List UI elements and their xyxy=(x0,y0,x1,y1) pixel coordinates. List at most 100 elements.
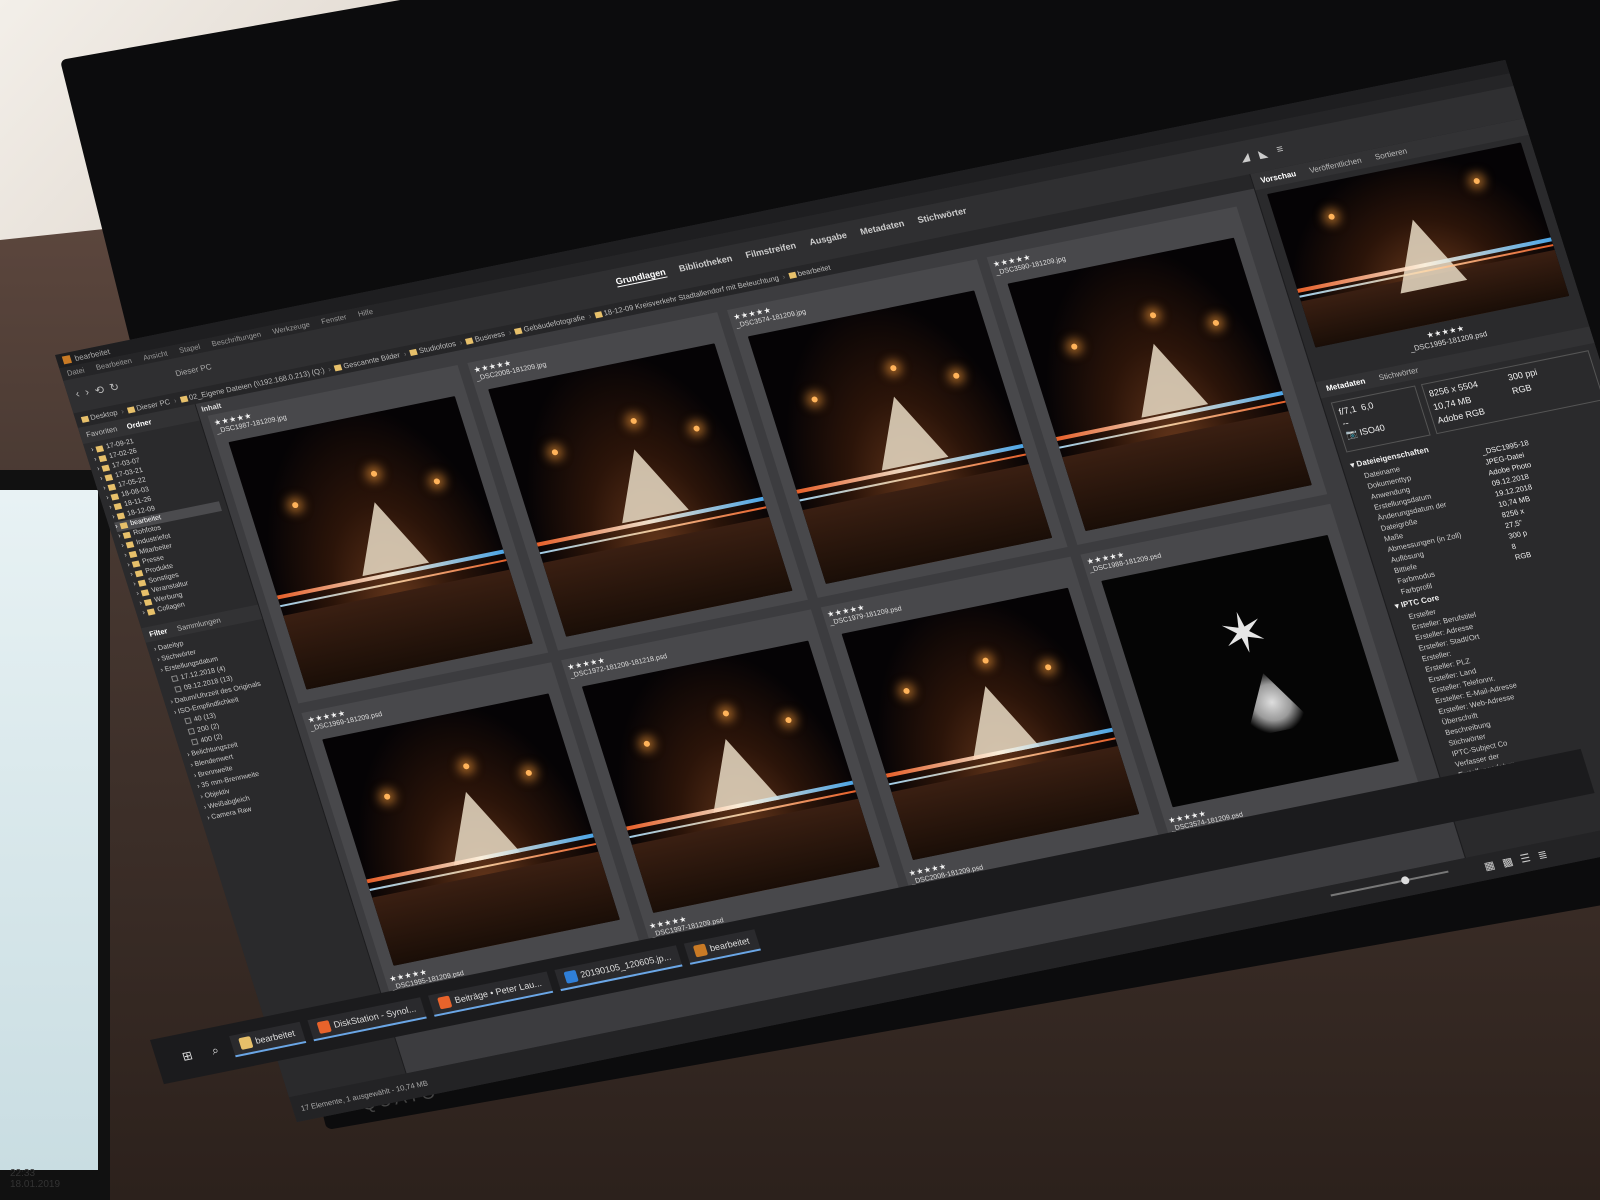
app-icon xyxy=(61,355,73,365)
street-lamp xyxy=(902,687,910,695)
sort-label[interactable]: Sortieren xyxy=(1374,147,1409,162)
app-icon xyxy=(237,1036,254,1050)
refresh-icon[interactable]: ↻ xyxy=(108,380,121,394)
workspace-tab-5[interactable]: Stichwörter xyxy=(916,206,968,226)
street-lamp xyxy=(981,657,990,664)
taskbar-app[interactable]: bearbeitet xyxy=(683,929,761,965)
details-view-icon[interactable]: ☰ xyxy=(1519,851,1532,865)
list-view-icon[interactable]: ≣ xyxy=(1536,848,1549,862)
checkbox[interactable] xyxy=(174,685,182,693)
thumbnail-image xyxy=(322,693,620,966)
chevron-right-icon[interactable]: › xyxy=(126,560,131,570)
thumbnail-image xyxy=(1007,237,1312,532)
folder-icon xyxy=(179,395,189,403)
app-icon xyxy=(563,969,579,984)
chevron-right-icon[interactable]: › xyxy=(102,484,107,494)
folder-icon xyxy=(113,502,123,511)
chevron-right-icon[interactable]: › xyxy=(114,522,119,532)
chevron-right-icon[interactable]: › xyxy=(132,580,137,590)
search-icon[interactable]: ⌕ xyxy=(203,1037,228,1063)
taskbar-app-label: Beiträge • Peter Lau... xyxy=(453,978,543,1006)
start-icon[interactable]: ⊞ xyxy=(173,1043,201,1068)
workspace-tab-1[interactable]: Bibliotheken xyxy=(678,253,734,274)
street-lamp xyxy=(1044,663,1052,671)
menu-item-7[interactable]: Hilfe xyxy=(357,307,374,319)
taskbar-app-label: 20190105_120605.jp... xyxy=(579,951,673,980)
forward-button[interactable]: › xyxy=(84,386,92,399)
breadcrumb-separator: › xyxy=(781,272,787,282)
folder-icon xyxy=(594,311,603,319)
metadata-tab-1[interactable]: Stichwörter xyxy=(1377,366,1419,383)
chevron-right-icon[interactable]: › xyxy=(120,541,125,551)
street-lamp xyxy=(462,762,471,770)
history-icon[interactable]: ⟲ xyxy=(93,383,106,397)
chevron-right-icon[interactable]: › xyxy=(90,445,95,455)
rating-filter-icon[interactable]: ◣ xyxy=(1257,147,1269,160)
panel-tab-1[interactable]: Ordner xyxy=(126,417,153,431)
chevron-right-icon[interactable]: › xyxy=(117,532,122,542)
chevron-right-icon[interactable]: › xyxy=(105,493,110,503)
folder-icon xyxy=(465,337,474,345)
chevron-right-icon[interactable]: › xyxy=(123,551,128,561)
app-icon xyxy=(692,943,708,958)
content-tab[interactable]: Inhalt xyxy=(200,401,222,414)
street-lamp xyxy=(382,793,391,801)
exposure-value: 6,0 xyxy=(1359,400,1375,413)
folder-icon xyxy=(138,579,147,587)
thumbnail-image xyxy=(228,396,533,690)
checkbox[interactable] xyxy=(170,675,179,683)
chevron-right-icon[interactable]: › xyxy=(93,455,98,465)
workspace-tab-4[interactable]: Metadaten xyxy=(859,218,906,237)
street-lamp xyxy=(629,417,638,425)
folder-icon xyxy=(98,454,108,463)
street-lamp xyxy=(1212,319,1220,327)
folder-icon xyxy=(132,560,141,568)
thumbnail-view-icon[interactable]: ▩ xyxy=(1501,855,1515,870)
quality-icon[interactable]: ◢ xyxy=(1239,150,1251,164)
folder-icon xyxy=(95,445,105,453)
street-lamp xyxy=(291,501,299,509)
filter-tab-0[interactable]: Filter xyxy=(148,626,169,638)
thumbnail-image xyxy=(841,587,1140,861)
chevron-right-icon[interactable]: › xyxy=(138,599,143,609)
chevron-right-icon[interactable]: › xyxy=(108,503,113,513)
workspace-tab-2[interactable]: Filmstreifen xyxy=(744,240,797,261)
light-tree xyxy=(1120,336,1208,418)
chevron-right-icon[interactable]: › xyxy=(135,589,140,599)
chevron-right-icon[interactable]: › xyxy=(129,570,134,580)
light-tree xyxy=(1229,666,1316,737)
folder-icon xyxy=(110,493,120,501)
chevron-right-icon[interactable]: › xyxy=(99,474,104,484)
street-lamp xyxy=(1070,343,1078,351)
folder-icon xyxy=(80,415,90,423)
folder-icon xyxy=(129,550,138,558)
grid-view-icon[interactable]: ▦ xyxy=(1483,858,1497,873)
right-panel-tab-0[interactable]: Vorschau xyxy=(1259,169,1297,185)
street-lamp xyxy=(370,470,378,478)
taskbar-app-label: bearbeitet xyxy=(253,1028,297,1046)
secondary-monitor-screen xyxy=(0,490,98,1170)
star-ornament: ✶ xyxy=(1210,598,1276,668)
checkbox[interactable] xyxy=(187,728,196,735)
street-lamp xyxy=(642,740,651,748)
checkbox[interactable] xyxy=(184,717,192,725)
chevron-right-icon[interactable]: › xyxy=(111,513,116,523)
breadcrumb-separator: › xyxy=(458,337,464,347)
folder-icon xyxy=(514,327,523,335)
folder-icon xyxy=(126,406,136,414)
path-chip[interactable]: Dieser PC xyxy=(174,362,212,378)
taskbar-app[interactable]: bearbeitet xyxy=(228,1021,307,1058)
secondary-clock: 22:33 18.01.2019 xyxy=(10,1168,60,1190)
panel-menu-icon[interactable]: ≡ xyxy=(1275,143,1285,157)
chevron-right-icon[interactable]: › xyxy=(96,465,101,475)
thumbnail-image: ✶ xyxy=(1101,534,1399,808)
street-lamp xyxy=(550,449,559,457)
workspace-tab-3[interactable]: Ausgabe xyxy=(808,230,849,248)
workspace-tab-0[interactable]: Grundlagen xyxy=(614,266,668,288)
app-icon xyxy=(437,995,453,1010)
zoom-knob[interactable] xyxy=(1400,875,1411,885)
checkbox[interactable] xyxy=(190,738,199,746)
chevron-right-icon[interactable]: › xyxy=(141,608,146,618)
back-button[interactable]: ‹ xyxy=(74,388,82,401)
metadata-tab-0[interactable]: Metadaten xyxy=(1325,377,1366,394)
